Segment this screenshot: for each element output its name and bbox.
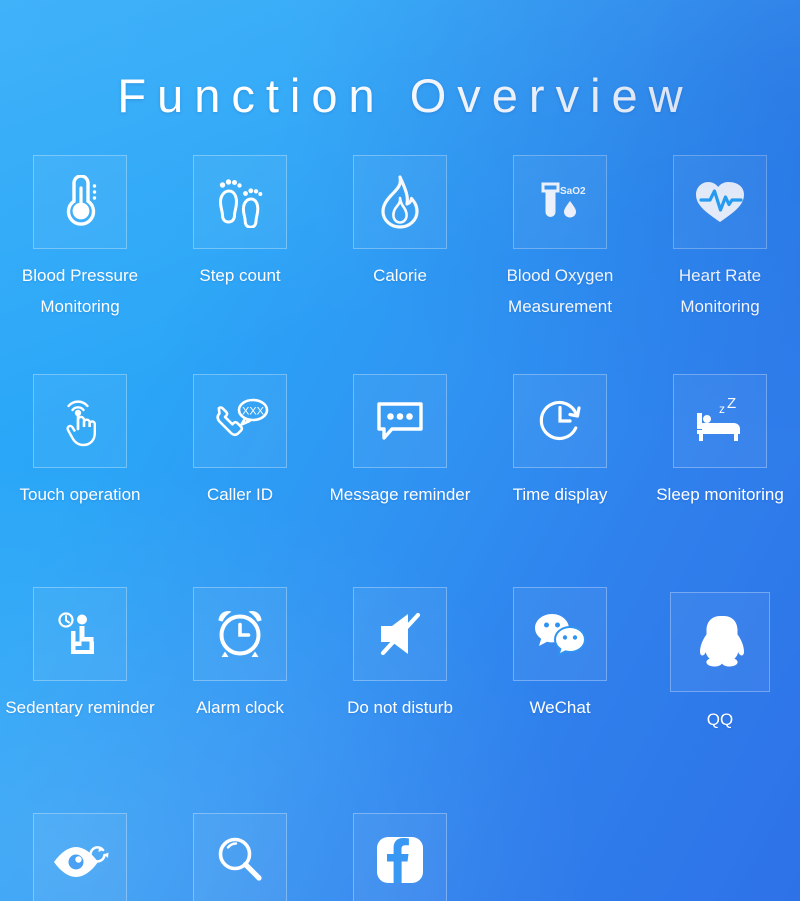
feature-item-facebook[interactable]: Facebook: [320, 813, 480, 901]
chat-bubble-icon: [377, 402, 423, 440]
feature-label: QQ: [706, 710, 734, 729]
clock-refresh-icon: [539, 400, 581, 441]
feature-item-message-reminder[interactable]: Message reminder: [320, 374, 480, 551]
feature-label: WeChat: [529, 698, 591, 717]
heart-pulse-icon: [696, 182, 744, 222]
feature-item-empty-1: [480, 813, 640, 901]
feature-tile[interactable]: [33, 813, 127, 901]
feature-item-blood-oxygen[interactable]: SaO2 Blood Oxygen Measurement: [480, 155, 640, 338]
feature-item-step-count[interactable]: Step count: [160, 155, 320, 338]
feature-item-calorie[interactable]: Calorie: [320, 155, 480, 338]
feature-label: Message reminder: [329, 485, 471, 504]
feature-tile[interactable]: [353, 155, 447, 249]
phone-call-icon: XXX: [216, 398, 269, 437]
feature-tile[interactable]: [670, 592, 770, 692]
feature-item-touch-operation[interactable]: Touch operation: [0, 374, 160, 551]
feature-label: Step count: [199, 266, 281, 285]
tap-finger-icon: [66, 400, 96, 447]
feature-item-caller-id[interactable]: XXX Caller ID: [160, 374, 320, 551]
feature-item-qq[interactable]: QQ: [640, 587, 800, 777]
feature-item-alarm-clock[interactable]: Alarm clock: [160, 587, 320, 777]
feature-item-heart-rate[interactable]: Heart Rate Monitoring: [640, 155, 800, 338]
feature-label: Sedentary reminder: [5, 698, 155, 717]
feature-grid-row-1: Blood Pressure Monitoring Step count Cal…: [0, 155, 800, 338]
feature-grid-row-4: Lift to light up screen Find Your Bracel…: [0, 813, 800, 901]
magnifier-icon: [218, 837, 262, 881]
feature-tile[interactable]: [193, 155, 287, 249]
feature-label: Blood Pressure Monitoring: [21, 266, 139, 317]
feature-label: Heart Rate Monitoring: [678, 266, 762, 317]
qq-penguin-icon: [700, 616, 744, 667]
bed-sleep-icon: z Z: [697, 396, 740, 441]
eye-refresh-icon: [54, 846, 109, 877]
feature-tile[interactable]: [33, 374, 127, 468]
feature-label: Blood Oxygen Measurement: [506, 266, 614, 317]
feature-tile[interactable]: [193, 587, 287, 681]
mute-speaker-icon: [380, 612, 421, 656]
feature-item-sleep-monitoring[interactable]: z Z Sleep monitoring: [640, 374, 800, 551]
feature-item-time-display[interactable]: Time display: [480, 374, 640, 551]
feature-tile[interactable]: [513, 587, 607, 681]
wechat-icon: [535, 614, 587, 658]
sleep-z-large: Z: [727, 396, 736, 412]
facebook-icon: [377, 837, 423, 883]
feature-tile[interactable]: SaO2: [513, 155, 607, 249]
feature-item-lift-to-light[interactable]: Lift to light up screen: [0, 813, 160, 901]
feature-item-empty-2: [640, 813, 800, 901]
feature-item-wechat[interactable]: WeChat: [480, 587, 640, 777]
feature-item-find-bracelet[interactable]: Find Your Bracelet: [160, 813, 320, 901]
flame-icon: [381, 175, 419, 229]
caller-badge-text: XXX: [242, 406, 265, 418]
feature-label: Alarm clock: [196, 698, 284, 717]
page-title: Function Overview: [117, 69, 694, 122]
feature-label: Sleep monitoring: [656, 485, 784, 504]
feature-tile[interactable]: [33, 155, 127, 249]
feature-tile[interactable]: [33, 587, 127, 681]
feature-item-blood-pressure[interactable]: Blood Pressure Monitoring: [0, 155, 160, 338]
feature-label: Time display: [512, 485, 608, 504]
feature-tile[interactable]: z Z: [673, 374, 767, 468]
thermometer-icon: [66, 175, 97, 226]
sitting-person-icon: [58, 612, 94, 654]
feature-tile[interactable]: XXX: [193, 374, 287, 468]
test-tube-icon: SaO2: [541, 182, 586, 218]
feature-tile[interactable]: [673, 155, 767, 249]
feature-grid-row-3: Sedentary reminder Alarm clock Do not di…: [0, 587, 800, 777]
feature-tile[interactable]: [513, 374, 607, 468]
function-overview-page: Function Overview Blood Pressure Monitor…: [0, 0, 800, 901]
feature-item-do-not-disturb[interactable]: Do not disturb: [320, 587, 480, 777]
feature-grid-row-2: Touch operation XXX Caller ID Message re…: [0, 374, 800, 551]
feature-label: Caller ID: [206, 485, 274, 504]
feature-label: Calorie: [373, 266, 427, 285]
feature-tile[interactable]: [353, 374, 447, 468]
feature-label: Touch operation: [19, 485, 141, 504]
sleep-z-small: z: [719, 402, 725, 416]
feature-item-sedentary-reminder[interactable]: Sedentary reminder: [0, 587, 160, 777]
feature-tile[interactable]: [193, 813, 287, 901]
sao2-badge-text: SaO2: [560, 186, 586, 197]
feature-tile[interactable]: [353, 813, 447, 901]
feature-label: Do not disturb: [347, 698, 453, 717]
feature-tile[interactable]: [353, 587, 447, 681]
alarm-clock-icon: [218, 611, 262, 657]
footprints-icon: [218, 179, 263, 228]
